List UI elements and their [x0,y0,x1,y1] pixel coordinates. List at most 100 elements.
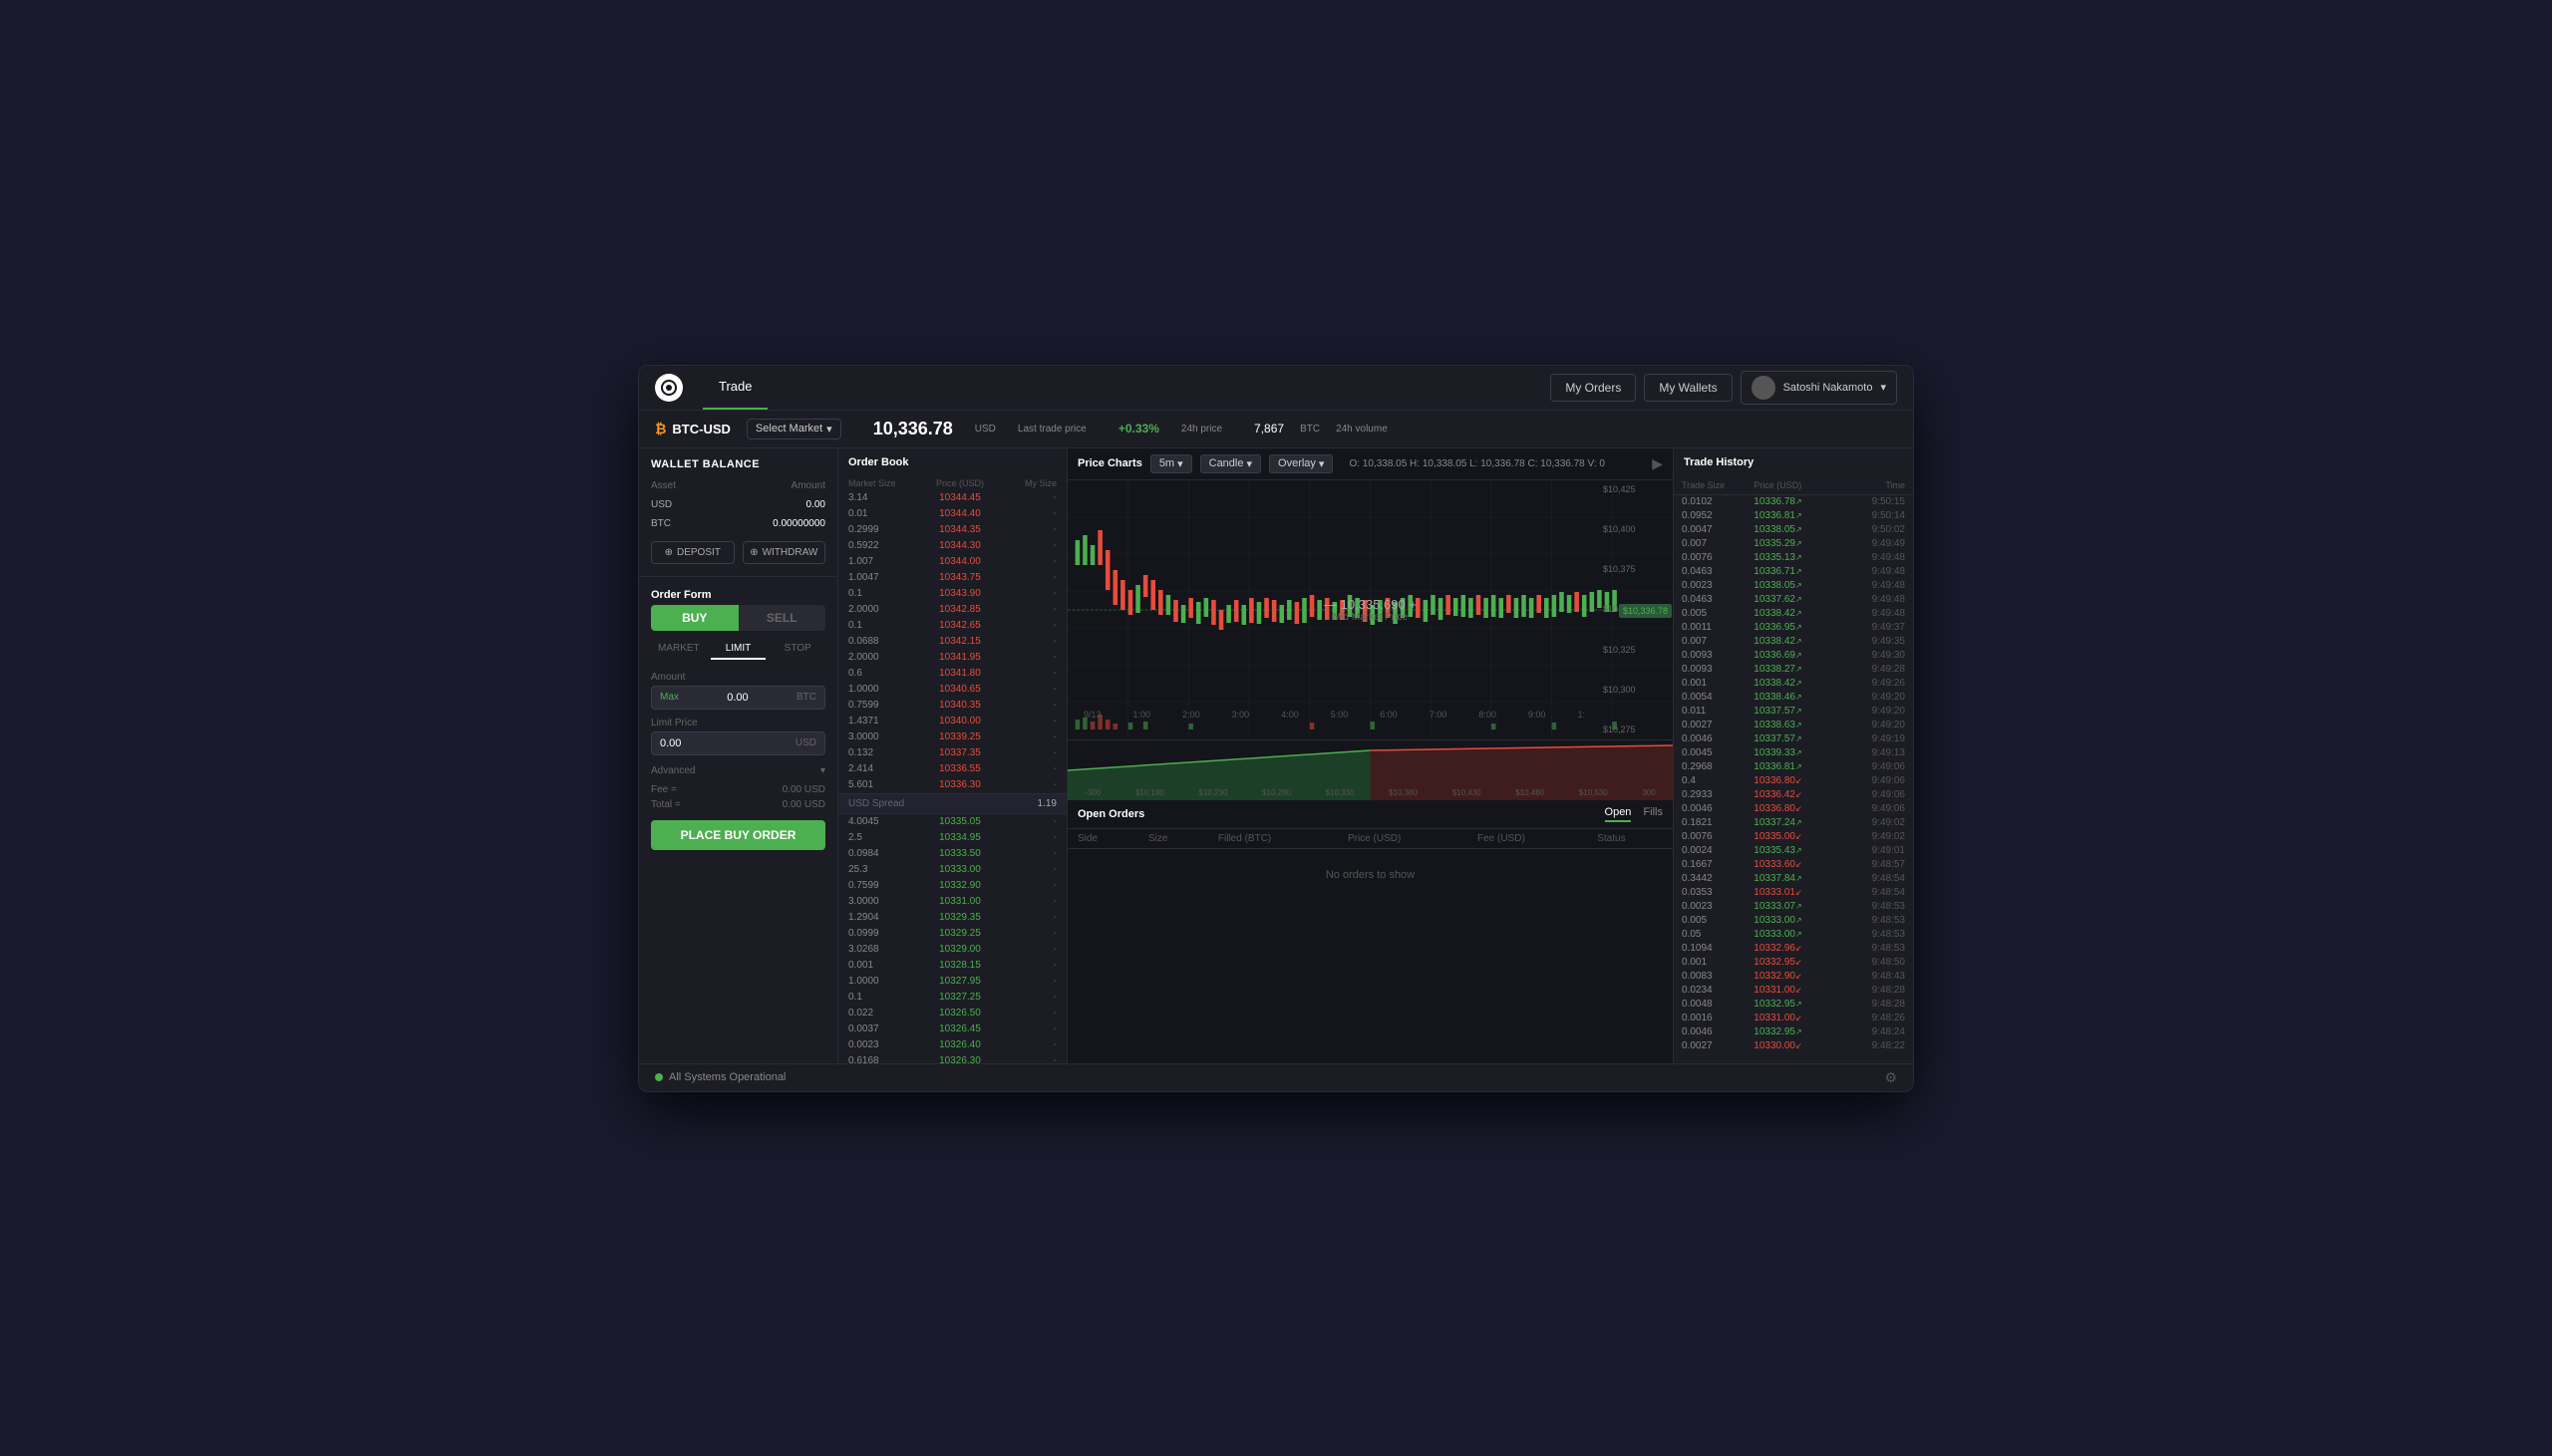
th-trade-size: 0.2933 [1682,789,1754,800]
depth-chart: -300 $10,180 $10,230 $10,280 $10,330 $10… [1068,739,1673,799]
ob-buy-mysize: - [997,832,1057,843]
chart-type-select[interactable]: Candle ▾ [1200,454,1261,473]
oo-side-header: Side [1068,829,1138,849]
ob-buy-mysize: - [997,912,1057,923]
place-order-button[interactable]: PLACE BUY ORDER [651,820,825,850]
ob-sell-price: 10336.30 [923,779,998,790]
ob-buy-row: 1.0000 10327.95 - [838,974,1067,990]
oo-price-header: Price (USD) [1338,829,1467,849]
deposit-button[interactable]: ⊕ DEPOSIT [651,541,735,564]
oo-filled-header: Filled (BTC) [1208,829,1338,849]
amount-label: Amount [651,672,825,683]
th-trade-size: 0.0048 [1682,999,1754,1010]
ob-market-size-header: Market Size [848,478,923,488]
th-trade-price: 10337.62↗ [1754,594,1840,605]
ob-sell-mysize: - [997,524,1057,535]
user-name: Satoshi Nakamoto [1783,382,1873,394]
ob-sell-row: 0.5922 10344.30 - [838,538,1067,554]
btc-amount: 0.00000000 [717,514,838,533]
depth-label-8: $10,530 [1579,788,1608,797]
withdraw-button[interactable]: ⊕ WITHDRAW [743,541,826,564]
ob-buy-size: 3.0000 [848,896,923,907]
ob-sell-mysize: - [997,684,1057,695]
ob-buy-size: 25.3 [848,864,923,875]
last-trade-price: 10,336.78 [873,419,953,439]
ob-buy-row: 0.001 10328.15 - [838,958,1067,974]
ob-sell-price: 10342.15 [923,636,998,647]
advanced-toggle[interactable]: Advanced ▾ [639,759,837,782]
trade-history-row: 0.0027 10330.00↙ 9:48:22 [1674,1039,1913,1053]
limit-order-tab[interactable]: LIMIT [711,639,767,660]
th-trade-size: 0.0102 [1682,496,1754,507]
th-trade-price: 10330.00↙ [1754,1040,1840,1051]
wallet-table: Asset Amount USD 0.00 BTC 0.00000000 [639,476,837,533]
overlay-select[interactable]: Overlay ▾ [1269,454,1333,473]
current-price-tag: $10,336.78 [1619,604,1672,618]
th-time-header: Time [1840,480,1905,490]
ob-sell-size: 2.0000 [848,652,923,663]
th-trade-size: 0.0076 [1682,831,1754,842]
trade-history-row: 0.0234 10331.00↙ 9:48:28 [1674,984,1913,998]
market-select-dropdown[interactable]: Select Market ▾ [747,419,841,439]
th-trade-size: 0.0952 [1682,510,1754,521]
ob-sell-price: 10340.00 [923,716,998,727]
chart-area: $10,425 $10,400 $10,375 $10,350 $10,336.… [1068,480,1673,739]
ob-sell-row: 0.0688 10342.15 - [838,634,1067,650]
my-orders-button[interactable]: My Orders [1550,374,1636,402]
th-trade-size: 0.0463 [1682,594,1754,605]
th-trade-price: 10335.29↗ [1754,538,1840,549]
buy-tab[interactable]: BUY [651,605,739,631]
limit-price-input[interactable]: 0.00 USD [651,731,825,755]
amount-input[interactable]: Max 0.00 BTC [651,686,825,710]
ob-sell-size: 1.4371 [848,716,923,727]
th-trade-price: 10337.24↗ [1754,817,1840,828]
fills-tab[interactable]: Fills [1643,806,1663,822]
trade-history-rows: 0.0102 10336.78↗ 9:50:15 0.0952 10336.81… [1674,495,1913,1063]
ob-buy-mysize: - [997,1008,1057,1019]
left-panel: Wallet Balance Asset Amount USD 0.00 BTC [639,448,838,1063]
th-trade-time: 9:49:01 [1840,845,1905,856]
oo-tabs: Open Fills [1605,806,1663,822]
market-order-tab[interactable]: MARKET [651,639,707,660]
volume-label: 24h volume [1336,424,1388,435]
ob-sell-size: 1.0047 [848,572,923,583]
th-trade-time: 9:48:57 [1840,859,1905,870]
ob-sell-size: 0.5922 [848,540,923,551]
ob-buy-size: 0.0999 [848,928,923,939]
timeframe-select[interactable]: 5m ▾ [1150,454,1192,473]
trade-history-row: 0.0024 10335.43↗ 9:49:01 [1674,844,1913,858]
sub-header: ₿ BTC-USD Select Market ▾ 10,336.78 USD … [639,411,1913,448]
trade-history-row: 0.0027 10338.63↗ 9:49:20 [1674,719,1913,732]
my-wallets-button[interactable]: My Wallets [1644,374,1732,402]
ob-buy-row: 1.2904 10329.35 - [838,910,1067,926]
wallet-actions: ⊕ DEPOSIT ⊕ WITHDRAW [639,533,837,572]
order-book-section: Order Book Market Size Price (USD) My Si… [838,448,1068,1063]
stop-order-tab[interactable]: STOP [770,639,825,660]
open-orders-tab[interactable]: Open [1605,806,1632,822]
user-section[interactable]: Satoshi Nakamoto ▾ [1741,371,1897,405]
th-trade-price: 10336.81↗ [1754,510,1840,521]
th-trade-price: 10332.95↗ [1754,999,1840,1010]
th-trade-price: 10336.71↗ [1754,566,1840,577]
settings-icon[interactable]: ⚙ [1884,1069,1897,1086]
th-trade-time: 9:49:37 [1840,622,1905,633]
time-label-7: 7:00 [1430,710,1447,720]
ob-buy-mysize: - [997,848,1057,859]
trade-tab[interactable]: Trade [703,365,768,410]
th-trade-size: 0.0083 [1682,971,1754,982]
ohlcv-display: O: 10,338.05 H: 10,338.05 L: 10,336.78 C… [1349,458,1605,469]
th-trade-size: 0.011 [1682,706,1754,717]
chart-fullscreen-icon[interactable]: ▶ [1652,455,1663,472]
ob-buy-row: 25.3 10333.00 - [838,862,1067,878]
th-trade-time: 9:48:26 [1840,1013,1905,1023]
trade-history-row: 0.0463 10337.62↗ 9:49:48 [1674,593,1913,607]
th-trade-time: 9:49:48 [1840,608,1905,619]
sell-tab[interactable]: SELL [739,605,826,631]
th-trade-price: 10336.80↙ [1754,775,1840,786]
th-trade-time: 9:48:54 [1840,873,1905,884]
trade-history-row: 0.0023 10333.07↗ 9:48:53 [1674,900,1913,914]
trade-history-row: 0.1667 10333.60↙ 9:48:57 [1674,858,1913,872]
spread-value: 1.19 [1038,798,1057,809]
ob-buy-mysize: - [997,928,1057,939]
ob-sell-mysize: - [997,540,1057,551]
